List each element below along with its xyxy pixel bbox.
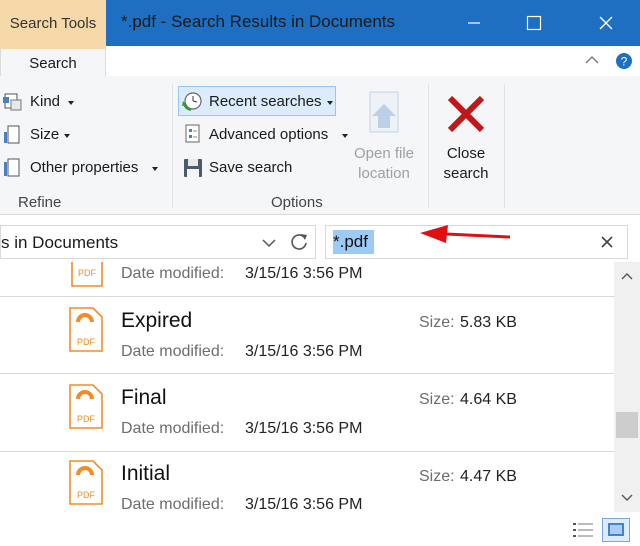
pdf-file-icon: PDF bbox=[69, 384, 103, 429]
date-modified-label: Date modified: bbox=[121, 265, 225, 282]
results-list: PDF Date modified: 3/15/16 3:56 PM PDF E… bbox=[0, 262, 614, 512]
file-name: Initial bbox=[121, 462, 171, 485]
pdf-file-icon: PDF bbox=[69, 307, 103, 352]
status-bar bbox=[0, 512, 640, 546]
search-input[interactable]: *.pdf bbox=[333, 230, 374, 254]
vertical-scrollbar[interactable] bbox=[614, 262, 640, 512]
address-path: s in Documents bbox=[1, 233, 119, 252]
chevron-up-icon bbox=[585, 56, 599, 64]
size-value: 4.47 KB bbox=[460, 468, 517, 485]
properties-icon bbox=[4, 158, 20, 177]
list-item[interactable]: PDF Final Date modified: 3/15/16 3:56 PM… bbox=[0, 374, 614, 451]
size-label: Size: bbox=[419, 468, 455, 485]
ribbon-separator bbox=[428, 84, 429, 208]
ribbon-separator bbox=[172, 84, 173, 208]
advanced-options-label: Advanced options bbox=[209, 126, 329, 143]
chevron-down-icon bbox=[68, 101, 74, 105]
close-search-icon bbox=[447, 95, 485, 133]
chevron-down-icon bbox=[152, 167, 158, 171]
large-icons-view-icon bbox=[608, 523, 624, 536]
date-modified-value: 3/15/16 3:56 PM bbox=[245, 265, 363, 282]
recent-searches-icon bbox=[182, 92, 202, 111]
maximize-icon bbox=[526, 15, 542, 31]
size-label: Size: bbox=[419, 391, 455, 408]
advanced-options-button[interactable]: Advanced options bbox=[180, 123, 350, 147]
maximize-button[interactable] bbox=[506, 0, 562, 46]
other-properties-button[interactable]: Other properties bbox=[2, 156, 168, 180]
svg-text:PDF: PDF bbox=[77, 414, 96, 424]
date-modified-label: Date modified: bbox=[121, 420, 225, 437]
list-item[interactable]: PDF Expired Date modified: 3/15/16 3:56 … bbox=[0, 297, 614, 373]
svg-text:?: ? bbox=[621, 55, 628, 69]
scroll-down-icon[interactable] bbox=[620, 492, 634, 504]
open-file-location-button[interactable]: Open file location bbox=[348, 86, 420, 186]
close-icon bbox=[599, 16, 613, 30]
clear-search-icon[interactable] bbox=[599, 234, 615, 250]
chevron-down-icon bbox=[64, 134, 70, 138]
window-title: *.pdf - Search Results in Documents bbox=[121, 12, 396, 31]
minimize-icon bbox=[468, 22, 480, 24]
kind-icon bbox=[3, 93, 22, 111]
size-button[interactable]: Size bbox=[2, 123, 168, 147]
chevron-down-icon[interactable] bbox=[261, 236, 277, 250]
date-modified-label: Date modified: bbox=[121, 496, 225, 512]
details-view-icon[interactable] bbox=[571, 520, 595, 540]
size-value: 4.64 KB bbox=[460, 391, 517, 408]
size-value: 5.83 KB bbox=[460, 314, 517, 331]
svg-text:PDF: PDF bbox=[77, 337, 96, 347]
close-search-button[interactable]: Close search bbox=[434, 86, 498, 186]
open-file-location-line2: location bbox=[358, 165, 410, 182]
other-properties-label: Other properties bbox=[30, 159, 139, 176]
date-modified-value: 3/15/16 3:56 PM bbox=[245, 420, 363, 437]
advanced-options-icon bbox=[185, 124, 200, 143]
open-file-location-icon bbox=[369, 91, 399, 133]
kind-label: Kind bbox=[30, 93, 61, 110]
annotation-arrow bbox=[420, 225, 511, 243]
size-label: Size bbox=[30, 126, 60, 143]
open-file-location-line1: Open file bbox=[353, 145, 415, 162]
scrollbar-thumb[interactable] bbox=[616, 412, 638, 438]
chevron-down-icon bbox=[327, 101, 333, 105]
pdf-file-icon: PDF bbox=[71, 262, 103, 287]
date-modified-label: Date modified: bbox=[121, 343, 225, 360]
refresh-icon bbox=[291, 234, 307, 250]
file-name: Expired bbox=[121, 309, 193, 332]
close-window-button[interactable] bbox=[578, 0, 634, 46]
search-tools-context-tab: Search Tools bbox=[0, 0, 106, 46]
recent-searches-label: Recent searches bbox=[209, 93, 322, 110]
size-icon bbox=[4, 125, 20, 144]
scroll-up-icon[interactable] bbox=[620, 270, 634, 282]
date-modified-value: 3/15/16 3:56 PM bbox=[245, 496, 363, 512]
tiles-view-button[interactable] bbox=[602, 518, 630, 542]
refresh-button[interactable] bbox=[283, 225, 316, 259]
save-search-button[interactable]: Save search bbox=[180, 156, 310, 180]
kind-button[interactable]: Kind bbox=[2, 90, 168, 114]
tab-search[interactable]: Search bbox=[0, 46, 106, 77]
collapse-ribbon-button[interactable] bbox=[584, 52, 600, 73]
close-search-line2: search bbox=[443, 165, 489, 182]
help-icon: ? bbox=[616, 53, 632, 69]
list-item[interactable]: PDF Initial Date modified: 3/15/16 3:56 … bbox=[0, 452, 614, 512]
pdf-file-icon: PDF bbox=[69, 460, 103, 505]
size-label: Size: bbox=[419, 314, 455, 331]
svg-text:PDF: PDF bbox=[78, 268, 97, 278]
ribbon-separator bbox=[504, 84, 505, 208]
save-search-label: Save search bbox=[209, 159, 293, 176]
refine-group-label: Refine bbox=[18, 194, 62, 211]
options-group-label: Options bbox=[271, 194, 323, 211]
close-search-line1: Close bbox=[446, 145, 486, 162]
file-name: Final bbox=[121, 386, 167, 409]
save-icon bbox=[184, 159, 202, 177]
recent-searches-button[interactable]: Recent searches bbox=[178, 86, 336, 116]
date-modified-value: 3/15/16 3:56 PM bbox=[245, 343, 363, 360]
help-button[interactable]: ? bbox=[614, 51, 634, 76]
minimize-button[interactable] bbox=[446, 0, 502, 46]
svg-text:PDF: PDF bbox=[77, 490, 96, 500]
address-bar[interactable]: s in Documents bbox=[0, 225, 316, 259]
